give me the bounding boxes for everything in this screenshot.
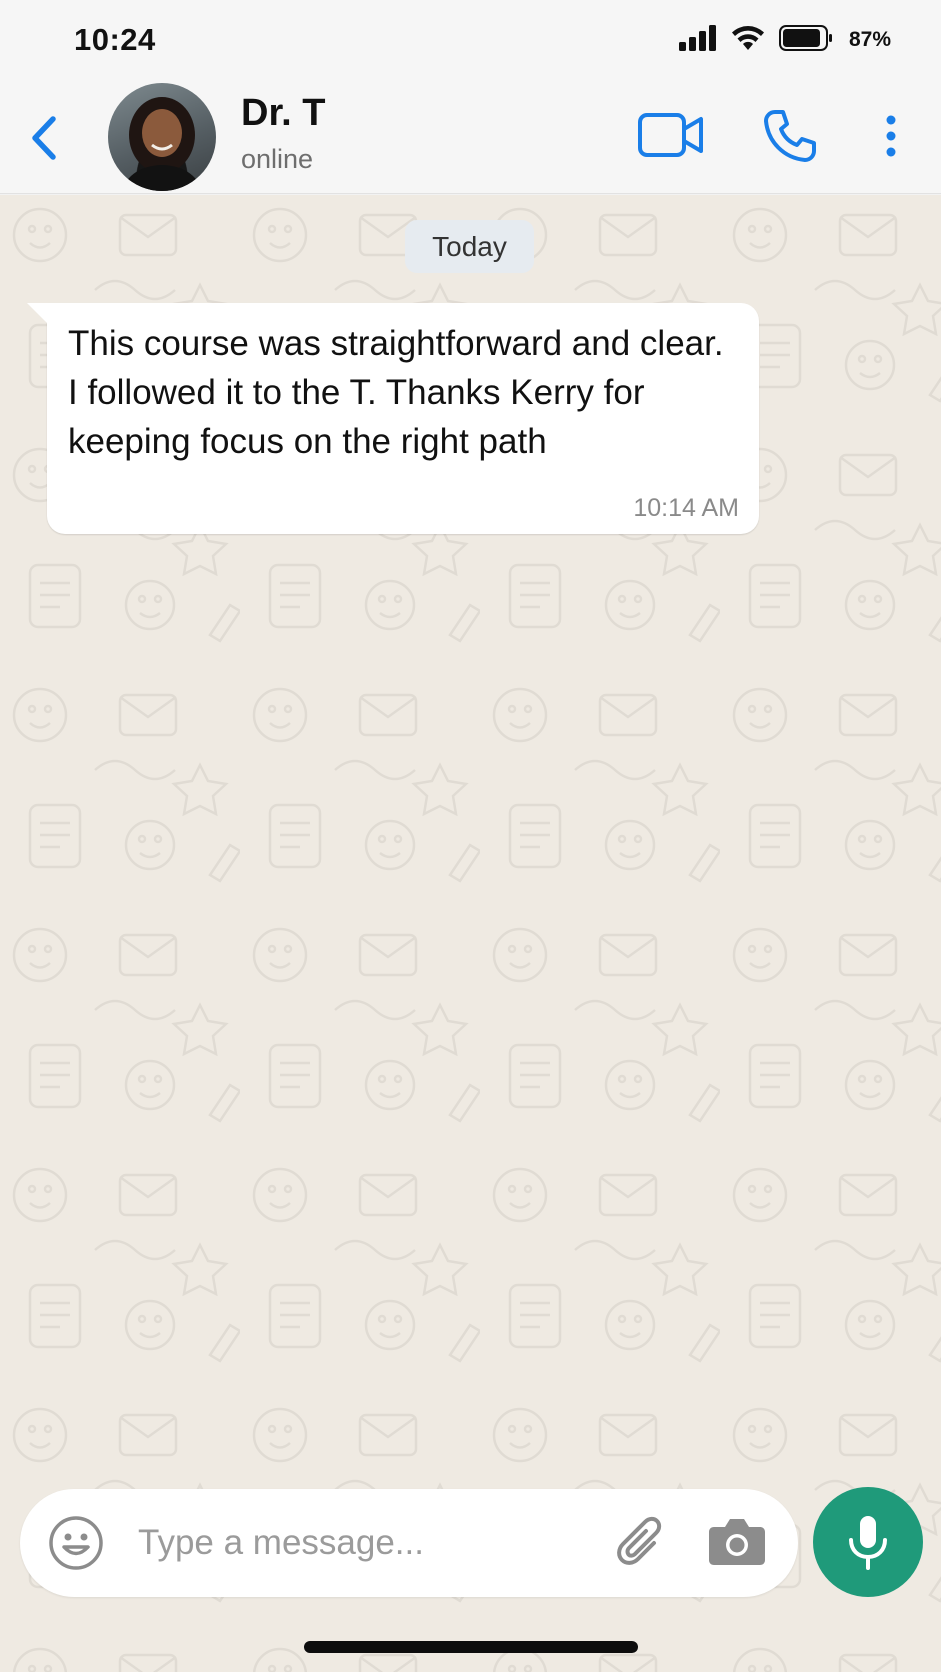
microphone-icon <box>849 1516 887 1570</box>
home-indicator[interactable] <box>304 1641 638 1653</box>
contact-status: online <box>241 144 314 174</box>
status-time: 10:24 <box>74 22 156 57</box>
voice-message-button[interactable] <box>813 1487 923 1597</box>
avatar[interactable] <box>108 83 216 191</box>
message-input-bar <box>20 1489 798 1597</box>
emoji-icon <box>49 1516 103 1570</box>
paperclip-icon <box>617 1516 662 1565</box>
chat-header: Dr. T online <box>0 82 941 194</box>
battery-percent: 87% <box>848 28 891 51</box>
message-bubble-incoming[interactable]: This course was straightforward and clea… <box>27 303 759 534</box>
camera-button[interactable] <box>708 1515 768 1571</box>
status-icons: 87% <box>678 24 891 56</box>
video-call-icon <box>638 113 703 157</box>
date-separator: Today <box>405 220 534 273</box>
wifi-icon <box>731 25 765 56</box>
back-button[interactable] <box>26 110 62 166</box>
message-text: This course was straightforward and clea… <box>68 324 724 461</box>
message-input[interactable] <box>138 1513 608 1573</box>
signal-icon <box>678 24 717 56</box>
phone-icon <box>764 110 816 162</box>
voice-call-button[interactable] <box>760 106 820 166</box>
message-time: 10:14 AM <box>633 494 739 522</box>
emoji-button[interactable] <box>48 1515 104 1571</box>
status-bar: 10:24 87% <box>0 0 941 82</box>
camera-icon <box>709 1519 765 1565</box>
attach-button[interactable] <box>606 1513 666 1573</box>
back-chevron-icon <box>32 116 56 160</box>
more-options-button[interactable] <box>876 106 906 166</box>
battery-icon <box>778 24 833 56</box>
video-call-button[interactable] <box>636 108 706 162</box>
contact-name[interactable]: Dr. T <box>241 92 325 135</box>
bubble-tail <box>27 303 49 325</box>
chat-area[interactable]: Today This course was straightforward an… <box>0 195 941 1672</box>
more-vertical-icon <box>886 115 896 157</box>
